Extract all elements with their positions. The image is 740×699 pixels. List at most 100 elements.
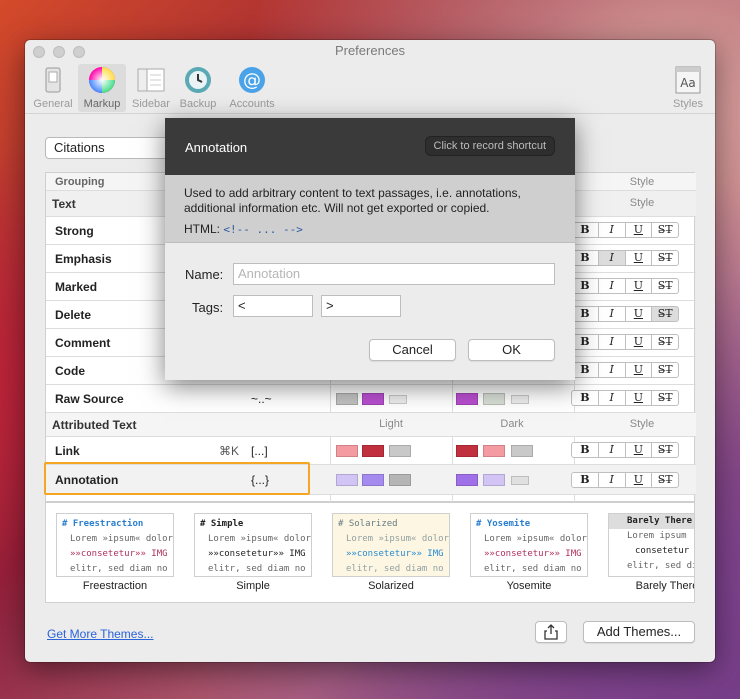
theme-simple[interactable]: # Simple Lorem »ipsum« dolor »»consetetu… bbox=[194, 513, 312, 592]
close-tag-input[interactable]: > bbox=[321, 295, 401, 317]
raw-dark-swatch-1[interactable] bbox=[456, 393, 478, 405]
strikethrough-button[interactable]: S̶T̶ bbox=[651, 390, 679, 406]
raw-light-swatch-2[interactable] bbox=[362, 393, 384, 405]
strikethrough-button[interactable]: S̶T̶ bbox=[651, 362, 679, 378]
link-light-swatch-1[interactable] bbox=[336, 445, 358, 457]
table-row-raw-source[interactable]: Raw Source ~..~ B I U S̶T̶ bbox=[46, 385, 696, 413]
zoom-window-button[interactable] bbox=[73, 46, 85, 58]
link-dark-swatch-1[interactable] bbox=[456, 445, 478, 457]
strikethrough-button[interactable]: S̶T̶ bbox=[651, 278, 679, 294]
italic-button[interactable]: I bbox=[597, 472, 626, 488]
italic-button[interactable]: I bbox=[597, 362, 626, 378]
bold-button[interactable]: B bbox=[571, 442, 599, 458]
close-window-button[interactable] bbox=[33, 46, 45, 58]
category-dropdown[interactable]: Citations bbox=[45, 137, 170, 159]
annot-dark-swatch-3[interactable] bbox=[511, 476, 529, 485]
open-tag-input[interactable]: < bbox=[233, 295, 313, 317]
annotation-dialog: Annotation Click to record shortcut Used… bbox=[165, 118, 575, 380]
strikethrough-button[interactable]: S̶T̶ bbox=[651, 472, 679, 488]
toolbar-item-backup[interactable]: Backup bbox=[175, 64, 221, 112]
svg-text:Aa: Aa bbox=[680, 76, 696, 90]
record-shortcut-button[interactable]: Click to record shortcut bbox=[424, 136, 555, 156]
style-buttons: B I U S̶T̶ bbox=[571, 334, 679, 350]
share-button[interactable] bbox=[535, 621, 567, 643]
strikethrough-button[interactable]: S̶T̶ bbox=[651, 334, 679, 350]
annot-dark-swatch-1[interactable] bbox=[456, 474, 478, 486]
link-light-swatch-2[interactable] bbox=[362, 445, 384, 457]
style-buttons: B I U S̶T̶ bbox=[571, 222, 679, 238]
markup-icon bbox=[86, 64, 118, 96]
underline-button[interactable]: U bbox=[624, 306, 653, 322]
theme-freestraction[interactable]: # Freestraction Lorem »ipsum« dolor »»co… bbox=[56, 513, 174, 592]
strikethrough-button[interactable]: S̶T̶ bbox=[651, 250, 679, 266]
style-buttons: B I U S̶T̶ bbox=[571, 250, 679, 266]
accounts-icon: @ bbox=[236, 64, 268, 96]
italic-button[interactable]: I bbox=[597, 334, 626, 350]
bold-button[interactable]: B bbox=[571, 250, 599, 266]
underline-button[interactable]: U bbox=[624, 390, 653, 406]
theme-barely-there[interactable]: Barely There Lorem ipsum consetetur elit… bbox=[608, 513, 694, 592]
tags-label: Tags: bbox=[192, 300, 224, 315]
raw-dark-swatch-3[interactable] bbox=[511, 395, 529, 404]
raw-light-swatch-1[interactable] bbox=[336, 393, 358, 405]
underline-button[interactable]: U bbox=[624, 250, 653, 266]
annot-light-swatch-1[interactable] bbox=[336, 474, 358, 486]
bold-button[interactable]: B bbox=[571, 278, 599, 294]
styles-icon: Aa bbox=[672, 64, 704, 96]
backup-icon bbox=[182, 64, 214, 96]
strikethrough-button[interactable]: S̶T̶ bbox=[651, 306, 679, 322]
underline-button[interactable]: U bbox=[624, 442, 653, 458]
link-shortcut: ⌘K bbox=[219, 444, 240, 458]
toolbar-item-sidebar[interactable]: Sidebar bbox=[128, 64, 174, 112]
italic-button[interactable]: I bbox=[597, 390, 626, 406]
dialog-description: Used to add arbitrary content to text pa… bbox=[165, 175, 575, 243]
italic-button[interactable]: I bbox=[597, 278, 626, 294]
italic-button[interactable]: I bbox=[597, 442, 626, 458]
italic-button[interactable]: I bbox=[597, 250, 626, 266]
raw-dark-swatch-2[interactable] bbox=[483, 393, 505, 405]
table-row-link[interactable]: Link ⌘K [...] B I U S̶T̶ bbox=[46, 437, 696, 465]
add-themes-button[interactable]: Add Themes... bbox=[583, 621, 695, 643]
annot-dark-swatch-2[interactable] bbox=[483, 474, 505, 486]
section-header-attributed: Attributed Text Light Dark Style bbox=[46, 413, 696, 437]
bold-button[interactable]: B bbox=[571, 222, 599, 238]
annot-light-swatch-3[interactable] bbox=[389, 474, 411, 486]
themes-strip: # Freestraction Lorem »ipsum« dolor »»co… bbox=[45, 502, 695, 603]
bold-button[interactable]: B bbox=[571, 390, 599, 406]
ok-button[interactable]: OK bbox=[468, 339, 555, 361]
name-label: Name: bbox=[185, 267, 224, 282]
table-row-annotation[interactable]: Annotation {...} B I U S̶T̶ bbox=[46, 465, 696, 495]
bold-button[interactable]: B bbox=[571, 362, 599, 378]
strikethrough-button[interactable]: S̶T̶ bbox=[651, 222, 679, 238]
html-code: <!-- ... --> bbox=[223, 223, 303, 236]
toolbar: General Markup Sidebar Backup @ Accounts… bbox=[25, 62, 715, 114]
minimize-window-button[interactable] bbox=[53, 46, 65, 58]
bold-button[interactable]: B bbox=[571, 334, 599, 350]
link-dark-swatch-3[interactable] bbox=[511, 445, 533, 457]
bold-button[interactable]: B bbox=[571, 306, 599, 322]
cancel-button[interactable]: Cancel bbox=[369, 339, 456, 361]
toolbar-item-styles[interactable]: Aa Styles bbox=[665, 64, 711, 112]
italic-button[interactable]: I bbox=[597, 306, 626, 322]
italic-button[interactable]: I bbox=[597, 222, 626, 238]
underline-button[interactable]: U bbox=[624, 334, 653, 350]
link-light-swatch-3[interactable] bbox=[389, 445, 411, 457]
toolbar-item-markup[interactable]: Markup bbox=[78, 64, 126, 112]
link-dark-swatch-2[interactable] bbox=[483, 445, 505, 457]
toolbar-item-accounts[interactable]: @ Accounts bbox=[226, 64, 278, 112]
get-more-themes-link[interactable]: Get More Themes... bbox=[47, 627, 153, 641]
raw-light-swatch-3[interactable] bbox=[389, 395, 407, 404]
underline-button[interactable]: U bbox=[624, 222, 653, 238]
name-input[interactable]: Annotation bbox=[233, 263, 555, 285]
underline-button[interactable]: U bbox=[624, 472, 653, 488]
annot-light-swatch-2[interactable] bbox=[362, 474, 384, 486]
theme-yosemite[interactable]: # Yosemite Lorem »ipsum« dolor »»consete… bbox=[470, 513, 588, 592]
underline-button[interactable]: U bbox=[624, 278, 653, 294]
general-icon bbox=[37, 64, 69, 96]
theme-solarized[interactable]: # Solarized Lorem »ipsum« dolor »»conset… bbox=[332, 513, 450, 592]
sidebar-icon bbox=[135, 64, 167, 96]
toolbar-item-general[interactable]: General bbox=[30, 64, 76, 112]
bold-button[interactable]: B bbox=[571, 472, 599, 488]
underline-button[interactable]: U bbox=[624, 362, 653, 378]
strikethrough-button[interactable]: S̶T̶ bbox=[651, 442, 679, 458]
